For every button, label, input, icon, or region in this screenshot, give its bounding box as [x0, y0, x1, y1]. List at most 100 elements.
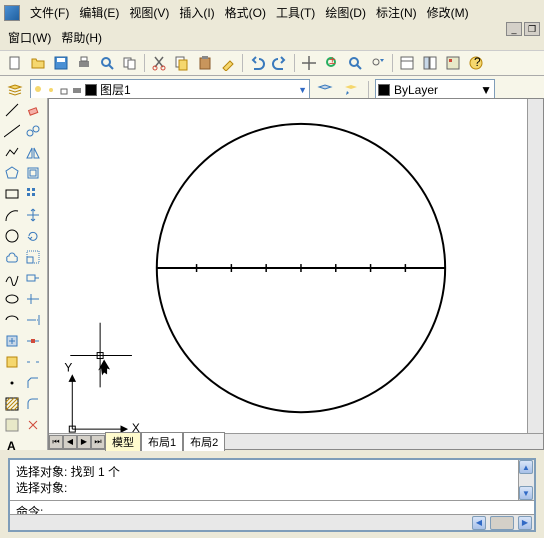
tab-layout1[interactable]: 布局1	[141, 432, 183, 451]
workspace: A	[0, 98, 544, 450]
menu-format[interactable]: 格式(O)	[221, 2, 270, 23]
plot-preview-button[interactable]	[96, 52, 118, 74]
command-history: 选择对象: 找到 1 个 选择对象:	[10, 460, 534, 500]
layer-color-swatch	[85, 84, 97, 96]
zoom-window-button[interactable]	[344, 52, 366, 74]
chamfer-tool[interactable]	[23, 373, 43, 393]
point-tool[interactable]	[2, 373, 22, 393]
polygon-tool[interactable]	[2, 163, 22, 183]
menu-view[interactable]: 视图(V)	[125, 2, 173, 23]
menu-draw[interactable]: 绘图(D)	[321, 2, 370, 23]
extend-tool[interactable]	[23, 310, 43, 330]
lock-icon	[59, 85, 69, 95]
publish-button[interactable]	[119, 52, 141, 74]
erase-tool[interactable]	[23, 100, 43, 120]
cmd-hscroll[interactable]: ◀ ▶	[10, 514, 534, 530]
command-window[interactable]: 选择对象: 找到 1 个 选择对象: 命令: ▲ ▼ ◀ ▶	[8, 458, 536, 532]
scroll-thumb[interactable]	[490, 516, 514, 530]
properties-button[interactable]	[396, 52, 418, 74]
ellipse-arc-tool[interactable]	[2, 310, 22, 330]
sun-icon	[46, 85, 56, 95]
arc-tool[interactable]	[2, 205, 22, 225]
ellipse-tool[interactable]	[2, 289, 22, 309]
menu-tools[interactable]: 工具(T)	[272, 2, 319, 23]
menu-dimension[interactable]: 标注(N)	[372, 2, 421, 23]
menu-insert[interactable]: 插入(I)	[175, 2, 218, 23]
spline-tool[interactable]	[2, 268, 22, 288]
tab-first-button[interactable]: ⏮	[49, 435, 63, 449]
xline-tool[interactable]	[2, 121, 22, 141]
hatch-tool[interactable]	[2, 394, 22, 414]
redo-button[interactable]	[269, 52, 291, 74]
drawing-canvas[interactable]: X Y ⏮ ◀ ▶ ⏭ 模型 布局1 布局2	[48, 98, 544, 450]
zoom-realtime-button[interactable]: ±	[321, 52, 343, 74]
break-point-tool[interactable]	[23, 331, 43, 351]
paste-button[interactable]	[194, 52, 216, 74]
rotate-tool[interactable]	[23, 226, 43, 246]
revcloud-tool[interactable]	[2, 247, 22, 267]
scroll-down-button[interactable]: ▼	[519, 486, 533, 500]
break-tool[interactable]	[23, 352, 43, 372]
scale-tool[interactable]	[23, 247, 43, 267]
color-swatch	[378, 84, 390, 96]
chevron-down-icon: ▼	[480, 83, 492, 97]
array-tool[interactable]	[23, 184, 43, 204]
line-tool[interactable]	[2, 100, 22, 120]
menu-bar: 文件(F) 编辑(E) 视图(V) 插入(I) 格式(O) 工具(T) 绘图(D…	[0, 0, 544, 25]
make-block-tool[interactable]	[2, 352, 22, 372]
open-button[interactable]	[27, 52, 49, 74]
trim-tool[interactable]	[23, 289, 43, 309]
menu-help[interactable]: 帮助(H)	[57, 27, 106, 48]
scroll-right-button[interactable]: ▶	[518, 516, 532, 530]
tab-last-button[interactable]: ⏭	[91, 435, 105, 449]
tool-palette-button[interactable]	[442, 52, 464, 74]
standard-toolbar: ± ?	[0, 50, 544, 76]
menu-modify[interactable]: 修改(M)	[423, 2, 473, 23]
lightbulb-icon	[33, 85, 43, 95]
fillet-tool[interactable]	[23, 394, 43, 414]
cut-button[interactable]	[148, 52, 170, 74]
move-tool[interactable]	[23, 205, 43, 225]
tab-next-button[interactable]: ▶	[77, 435, 91, 449]
text-tool[interactable]: A	[2, 436, 22, 456]
restore-button[interactable]: ❐	[524, 22, 540, 36]
draw-toolbar: A	[0, 98, 48, 450]
cmd-vscroll[interactable]: ▲ ▼	[518, 460, 534, 500]
tab-layout2[interactable]: 布局2	[183, 432, 225, 451]
rectangle-tool[interactable]	[2, 184, 22, 204]
scroll-left-button[interactable]: ◀	[472, 516, 486, 530]
region-tool[interactable]	[2, 415, 22, 435]
tab-prev-button[interactable]: ◀	[63, 435, 77, 449]
new-button[interactable]	[4, 52, 26, 74]
copy-tool[interactable]	[23, 121, 43, 141]
layer-name-label: 图层1	[100, 81, 131, 98]
pline-tool[interactable]	[2, 142, 22, 162]
mirror-tool[interactable]	[23, 142, 43, 162]
minimize-button[interactable]: _	[506, 22, 522, 36]
drawing-content: X Y	[49, 99, 543, 449]
scroll-up-button[interactable]: ▲	[519, 460, 533, 474]
menu-file[interactable]: 文件(F)	[26, 2, 73, 23]
help-button[interactable]: ?	[465, 52, 487, 74]
svg-text:A: A	[7, 439, 16, 453]
offset-tool[interactable]	[23, 163, 43, 183]
menu-edit[interactable]: 编辑(E)	[75, 2, 123, 23]
pan-button[interactable]	[298, 52, 320, 74]
color-label: ByLayer	[394, 83, 438, 97]
app-icon	[4, 5, 20, 21]
explode-tool[interactable]	[23, 415, 43, 435]
design-center-button[interactable]	[419, 52, 441, 74]
print-button[interactable]	[73, 52, 95, 74]
vertical-scrollbar[interactable]	[527, 99, 543, 433]
zoom-prev-button[interactable]	[367, 52, 389, 74]
stretch-tool[interactable]	[23, 268, 43, 288]
tab-model[interactable]: 模型	[105, 432, 141, 451]
copy-button[interactable]	[171, 52, 193, 74]
save-button[interactable]	[50, 52, 72, 74]
cmd-line-1: 选择对象: 找到 1 个	[16, 464, 528, 480]
match-props-button[interactable]	[217, 52, 239, 74]
circle-tool[interactable]	[2, 226, 22, 246]
undo-button[interactable]	[246, 52, 268, 74]
menu-window[interactable]: 窗口(W)	[4, 27, 55, 48]
insert-block-tool[interactable]	[2, 331, 22, 351]
